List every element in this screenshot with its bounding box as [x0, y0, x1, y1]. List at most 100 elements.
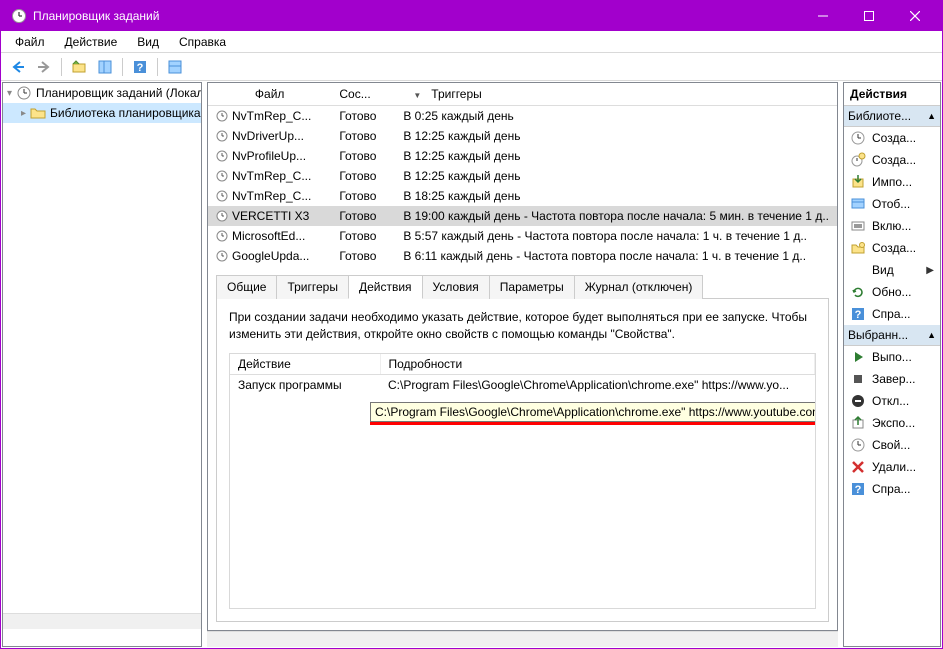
- detail-pane: Общие Триггеры Действия Условия Параметр…: [208, 268, 837, 630]
- action-item-display[interactable]: Отоб...: [844, 193, 940, 215]
- titlebar: Планировщик заданий: [1, 1, 942, 31]
- tree-library[interactable]: ▸ Библиотека планировщика з: [3, 103, 201, 123]
- tab-triggers[interactable]: Триггеры: [276, 275, 349, 299]
- task-row[interactable]: NvProfileUp...ГотовоВ 12:25 каждый день: [208, 146, 837, 166]
- toolbar-separator: [122, 58, 123, 76]
- toolbar-panel2[interactable]: [164, 56, 186, 78]
- action-column-details[interactable]: Подробности: [380, 354, 815, 375]
- task-cell-name: VERCETTI X3: [208, 206, 331, 226]
- actions-section-label: Библиоте...: [848, 109, 911, 123]
- menu-help[interactable]: Справка: [169, 32, 236, 52]
- maximize-button[interactable]: [846, 1, 892, 31]
- column-header-triggers[interactable]: ▼ Триггеры: [395, 83, 837, 105]
- task-row[interactable]: VERCETTI X3ГотовоВ 19:00 каждый день - Ч…: [208, 206, 837, 226]
- task-cell-status: Готово: [331, 126, 395, 146]
- action-item-stop[interactable]: Завер...: [844, 368, 940, 390]
- action-item-help[interactable]: ?Спра...: [844, 303, 940, 325]
- action-item-play[interactable]: Выпо...: [844, 346, 940, 368]
- toolbar: ?: [1, 53, 942, 81]
- action-item-label: Отоб...: [872, 197, 910, 211]
- actions-section-label: Выбранн...: [848, 328, 908, 342]
- task-cell-name: GoogleUpda...: [208, 246, 331, 264]
- task-row[interactable]: MicrosoftEd...ГотовоВ 5:57 каждый день -…: [208, 226, 837, 246]
- clock-icon: [216, 150, 228, 162]
- clock-icon: [216, 230, 228, 242]
- action-item-delete[interactable]: Удали...: [844, 456, 940, 478]
- action-item-submenu[interactable]: Вид▶: [844, 259, 940, 281]
- detail-tabs: Общие Триггеры Действия Условия Параметр…: [216, 274, 829, 298]
- action-item-refresh[interactable]: Обно...: [844, 281, 940, 303]
- task-row[interactable]: NvTmRep_C...ГотовоВ 12:25 каждый день: [208, 166, 837, 186]
- tab-general[interactable]: Общие: [216, 275, 277, 299]
- center-hscrollbar[interactable]: [207, 631, 838, 647]
- tree-root-label: Планировщик заданий (Локальн: [36, 86, 202, 100]
- tab-content-actions: При создании задачи необходимо указать д…: [216, 298, 829, 622]
- action-item-label: Вид: [872, 263, 894, 277]
- task-cell-name: NvProfileUp...: [208, 146, 331, 166]
- action-column-action[interactable]: Действие: [230, 354, 380, 375]
- toolbar-separator: [61, 58, 62, 76]
- minimize-button[interactable]: [800, 1, 846, 31]
- action-item-label: Завер...: [872, 372, 916, 386]
- task-cell-status: Готово: [331, 226, 395, 246]
- action-item-disable[interactable]: Откл...: [844, 390, 940, 412]
- action-item-label: Созда...: [872, 241, 916, 255]
- tree-root[interactable]: ▾ Планировщик заданий (Локальн: [3, 83, 201, 103]
- task-cell-status: Готово: [331, 105, 395, 126]
- toolbar-panel[interactable]: [94, 56, 116, 78]
- toolbar-up[interactable]: [68, 56, 90, 78]
- display-icon: [850, 196, 866, 212]
- column-header-name[interactable]: Файл: [208, 83, 331, 105]
- menu-action[interactable]: Действие: [55, 32, 128, 52]
- action-item-label: Обно...: [872, 285, 912, 299]
- expand-icon[interactable]: ▾: [7, 88, 12, 99]
- tab-settings[interactable]: Параметры: [489, 275, 575, 299]
- actions-description: При создании задачи необходимо указать д…: [217, 299, 828, 353]
- close-button[interactable]: [892, 1, 938, 31]
- tab-actions[interactable]: Действия: [348, 275, 423, 299]
- action-item-enable[interactable]: Вклю...: [844, 215, 940, 237]
- action-item-props[interactable]: Свой...: [844, 434, 940, 456]
- task-cell-trigger: В 5:57 каждый день - Частота повтора пос…: [395, 226, 837, 246]
- menu-view[interactable]: Вид: [127, 32, 169, 52]
- action-item-help[interactable]: ?Спра...: [844, 478, 940, 500]
- task-list[interactable]: Файл Сос... ▼ Триггеры NvTmRep_C...Готов…: [208, 83, 837, 263]
- task-row[interactable]: NvDriverUp...ГотовоВ 12:25 каждый день: [208, 126, 837, 146]
- tooltip: C:\Program Files\Google\Chrome\Applicati…: [370, 402, 816, 422]
- task-row[interactable]: NvTmRep_C...ГотовоВ 0:25 каждый день: [208, 105, 837, 126]
- task-cell-status: Готово: [331, 186, 395, 206]
- task-cell-status: Готово: [331, 206, 395, 226]
- import-icon: [850, 174, 866, 190]
- action-row[interactable]: Запуск программы C:\Program Files\Google…: [230, 374, 815, 395]
- tree-pane[interactable]: ▾ Планировщик заданий (Локальн ▸ Библиот…: [2, 82, 202, 647]
- tab-conditions[interactable]: Условия: [422, 275, 490, 299]
- svg-text:?: ?: [855, 484, 862, 496]
- task-row[interactable]: GoogleUpda...ГотовоВ 6:11 каждый день - …: [208, 246, 837, 264]
- props-icon: [850, 437, 866, 453]
- clock-icon: [216, 210, 228, 222]
- clock-icon: [216, 110, 228, 122]
- task-cell-name: NvTmRep_C...: [208, 105, 331, 126]
- action-item-clock[interactable]: Созда...: [844, 127, 940, 149]
- action-item-export[interactable]: Экспо...: [844, 412, 940, 434]
- window-title: Планировщик заданий: [33, 9, 800, 23]
- action-item-label: Импо...: [872, 175, 912, 189]
- action-item-clock-new[interactable]: Созда...: [844, 149, 940, 171]
- action-item-import[interactable]: Импо...: [844, 171, 940, 193]
- action-item-label: Экспо...: [872, 416, 915, 430]
- tab-history[interactable]: Журнал (отключен): [574, 275, 704, 299]
- tree-hscrollbar[interactable]: [3, 613, 201, 629]
- task-row[interactable]: NvTmRep_C...ГотовоВ 18:25 каждый день: [208, 186, 837, 206]
- menu-file[interactable]: Файл: [5, 32, 55, 52]
- task-cell-trigger: В 12:25 каждый день: [395, 146, 837, 166]
- toolbar-forward[interactable]: [33, 56, 55, 78]
- actions-section-selected[interactable]: Выбранн... ▲: [844, 325, 940, 346]
- action-item-folder-new[interactable]: Созда...: [844, 237, 940, 259]
- actions-section-library[interactable]: Библиоте... ▲: [844, 106, 940, 127]
- toolbar-help[interactable]: ?: [129, 56, 151, 78]
- toolbar-back[interactable]: [7, 56, 29, 78]
- column-header-status[interactable]: Сос...: [331, 83, 395, 105]
- clock-icon: [216, 250, 228, 262]
- help-icon: ?: [850, 481, 866, 497]
- expand-icon[interactable]: ▸: [21, 108, 26, 119]
